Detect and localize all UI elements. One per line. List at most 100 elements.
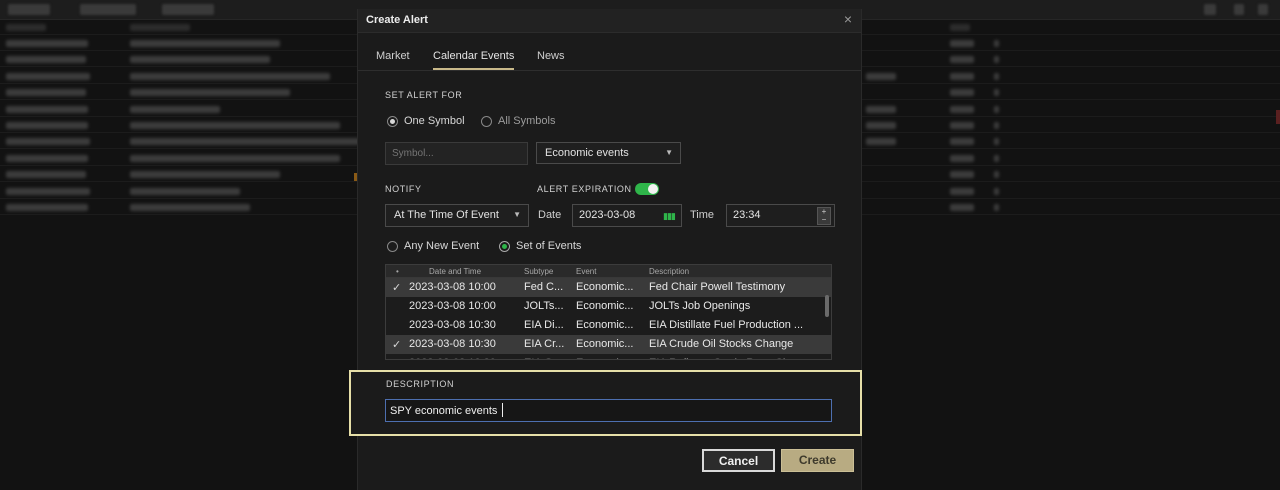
background-cell: [6, 154, 88, 162]
row-event: Economic...: [576, 300, 634, 312]
background-cell: [130, 204, 250, 211]
tab-bar: Market Calendar Events News: [358, 43, 861, 71]
background-marker: [1276, 110, 1280, 124]
background-cell: [950, 40, 974, 47]
background-cell: [6, 40, 88, 47]
background-cell: [950, 24, 970, 31]
notify-timing-select[interactable]: At The Time Of Event ▼: [385, 204, 529, 227]
background-cell: [6, 105, 88, 113]
set-of-events-radio[interactable]: [499, 241, 510, 252]
tab-calendar-events[interactable]: Calendar Events: [433, 50, 515, 70]
any-new-event-radio[interactable]: [387, 241, 398, 252]
table-row[interactable]: ✓ 2023-03-08 10:30 EIA Cr... Economic... EIA…: [386, 335, 831, 354]
table-row-partial: 2023-03-08 10:30 EIA Ga... Economic... E…: [386, 354, 831, 359]
all-symbols-radio[interactable]: [481, 116, 492, 127]
symbol-input[interactable]: [385, 142, 528, 165]
background-cell: [6, 122, 88, 129]
description-input[interactable]: [385, 399, 832, 422]
background-cell: [866, 138, 896, 146]
background-cell: [994, 40, 999, 47]
tab-market[interactable]: Market: [376, 50, 410, 68]
background-cell: [130, 24, 190, 31]
background-cell: [994, 187, 999, 195]
events-table-header: • Date and Time Subtype Event Descriptio…: [386, 265, 831, 278]
table-row[interactable]: ✓ 2023-03-08 10:00 Fed C... Economic... Fed …: [386, 278, 831, 297]
expiration-date-value: 2023-03-08: [579, 209, 636, 221]
alert-expiration-toggle[interactable]: [635, 183, 659, 195]
background-cell: [130, 56, 270, 64]
chevron-down-icon: ▼: [665, 148, 673, 157]
background-cell: [866, 122, 896, 129]
time-stepper[interactable]: + −: [817, 207, 831, 225]
table-row[interactable]: 2023-03-08 10:30 EIA Di... Economic... EIA …: [386, 316, 831, 335]
row-check-icon: ✓: [392, 339, 402, 351]
background-cell: [6, 187, 90, 195]
row-event: Economic...: [576, 338, 634, 350]
background-cell: [6, 56, 86, 64]
column-header-subtype[interactable]: Subtype: [524, 267, 553, 276]
background-cell: [950, 187, 974, 195]
background-toolbar-item: [1258, 4, 1268, 15]
background-cell: [130, 171, 280, 179]
row-description: JOLTs Job Openings: [649, 300, 751, 312]
background-cell: [950, 138, 974, 146]
events-table: • Date and Time Subtype Event Descriptio…: [385, 264, 832, 360]
background-cell: [950, 154, 974, 162]
background-cell: [866, 105, 896, 113]
events-scrollbar[interactable]: [825, 295, 829, 317]
background-toolbar-item: [1234, 4, 1244, 15]
row-event: Economic...: [576, 281, 634, 293]
background-cell: [994, 154, 999, 162]
background-cell: [6, 138, 90, 146]
notify-timing-value: At The Time Of Event: [394, 209, 499, 221]
column-header-event[interactable]: Event: [576, 267, 596, 276]
all-symbols-label: All Symbols: [498, 115, 556, 127]
close-icon[interactable]: ×: [841, 12, 855, 26]
create-button[interactable]: Create: [781, 449, 854, 472]
column-header-check: •: [396, 267, 399, 276]
notify-label: NOTIFY: [385, 184, 422, 194]
row-datetime: 2023-03-08 10:30: [409, 338, 496, 350]
background-toolbar-item: [162, 4, 214, 15]
description-label: DESCRIPTION: [386, 379, 455, 389]
background-cell: [130, 187, 240, 195]
time-label: Time: [690, 209, 715, 221]
background-cell: [950, 122, 974, 129]
background-cell: [994, 89, 999, 97]
calendar-icon[interactable]: ▮▮▮: [663, 211, 676, 222]
row-subtype: Fed C...: [524, 281, 564, 293]
background-toolbar-item: [8, 4, 50, 15]
background-cell: [994, 171, 999, 179]
background-toolbar-item: [80, 4, 136, 15]
background-cell: [130, 40, 280, 47]
row-subtype: EIA Di...: [524, 319, 564, 331]
event-type-select[interactable]: Economic events ▼: [536, 142, 681, 164]
column-header-datetime[interactable]: Date and Time: [429, 267, 481, 276]
background-cell: [130, 89, 290, 97]
background-cell: [130, 122, 340, 129]
background-cell: [994, 138, 999, 146]
background-cell: [950, 105, 974, 113]
expiration-date-field[interactable]: 2023-03-08 ▮▮▮: [572, 204, 682, 227]
background-cell: [866, 72, 896, 80]
column-header-description[interactable]: Description: [649, 267, 689, 276]
background-cell: [994, 105, 999, 113]
row-datetime: 2023-03-08 10:00: [409, 281, 496, 293]
alert-expiration-label: ALERT EXPIRATION: [537, 184, 632, 194]
any-new-event-label: Any New Event: [404, 240, 480, 252]
background-cell: [130, 154, 340, 162]
table-row[interactable]: 2023-03-08 10:00 JOLTs... Economic... JOLTs…: [386, 297, 831, 316]
row-datetime: 2023-03-08 10:00: [409, 300, 496, 312]
row-description: EIA Distillate Fuel Production ...: [649, 319, 804, 331]
tab-news[interactable]: News: [537, 50, 565, 68]
background-cell: [950, 72, 974, 80]
cancel-button[interactable]: Cancel: [702, 449, 775, 472]
one-symbol-radio[interactable]: [387, 116, 398, 127]
expiration-time-field[interactable]: 23:34 + −: [726, 204, 835, 227]
background-cell: [6, 204, 88, 211]
background-cell: [950, 89, 974, 97]
dialog-title: Create Alert: [366, 14, 428, 26]
text-cursor: [502, 403, 503, 417]
row-subtype: EIA Cr...: [524, 338, 565, 350]
minus-icon[interactable]: −: [818, 216, 830, 224]
